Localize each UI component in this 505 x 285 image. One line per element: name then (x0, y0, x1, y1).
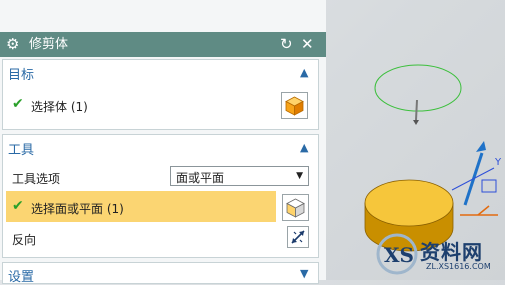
face-select-icon (286, 198, 305, 218)
select-face-label[interactable]: 选择面或平面 (1) (31, 200, 124, 217)
watermark-url: ZL.XS1616.COM (426, 262, 491, 271)
watermark-logo: XS (376, 233, 418, 275)
select-face-button[interactable] (282, 194, 309, 221)
svg-text:XS: XS (384, 243, 414, 267)
settings-section-header[interactable]: 设置 (8, 266, 34, 285)
dialog-titlebar: ⚙ 修剪体 ↻ ✕ (0, 32, 326, 57)
z-axis-arrow (476, 141, 486, 152)
solid-body-icon (285, 96, 304, 116)
watermark-text: 资料网 (420, 240, 483, 264)
reverse-direction-button[interactable] (287, 226, 309, 248)
dialog-title: 修剪体 (29, 37, 69, 52)
reverse-direction-icon (291, 230, 305, 244)
orientation-handle (477, 205, 490, 216)
chevron-down-icon[interactable]: ▼ (300, 267, 318, 280)
select-body-label[interactable]: 选择体 (1) (31, 98, 88, 115)
check-icon: ✔ (12, 198, 24, 214)
axis-cube (481, 179, 497, 193)
chevron-up-icon[interactable]: ▲ (300, 66, 318, 79)
close-icon[interactable]: ✕ (301, 34, 314, 54)
target-section-header[interactable]: 目标 (8, 64, 34, 83)
check-icon: ✔ (12, 96, 24, 112)
reverse-label: 反向 (12, 233, 37, 247)
tool-option-dropdown[interactable]: 面或平面 ▼ (170, 166, 309, 186)
tool-option-label: 工具选项 (12, 172, 61, 186)
sketch-circle (374, 64, 462, 112)
select-body-button[interactable] (281, 92, 308, 119)
settings-section (2, 262, 319, 284)
gear-icon[interactable]: ⚙ (6, 35, 19, 54)
tool-section-header[interactable]: 工具 (8, 139, 34, 158)
pin-tip (413, 120, 419, 125)
reset-icon[interactable]: ↻ (280, 34, 293, 54)
trim-body-dialog: ⚙ 修剪体 ↻ ✕ 目标 ▲ ✔ 选择体 (1) 工具 ▲ 工具选项 面或平面 … (0, 0, 326, 285)
cylinder-top (364, 179, 454, 227)
y-axis-label: Y (494, 157, 502, 168)
y-axis (451, 167, 495, 191)
dropdown-arrow-icon: ▼ (296, 171, 303, 181)
chevron-up-icon[interactable]: ▲ (300, 141, 318, 154)
target-section (2, 59, 319, 130)
pin-marker (415, 99, 418, 121)
tool-option-value: 面或平面 (176, 171, 225, 185)
